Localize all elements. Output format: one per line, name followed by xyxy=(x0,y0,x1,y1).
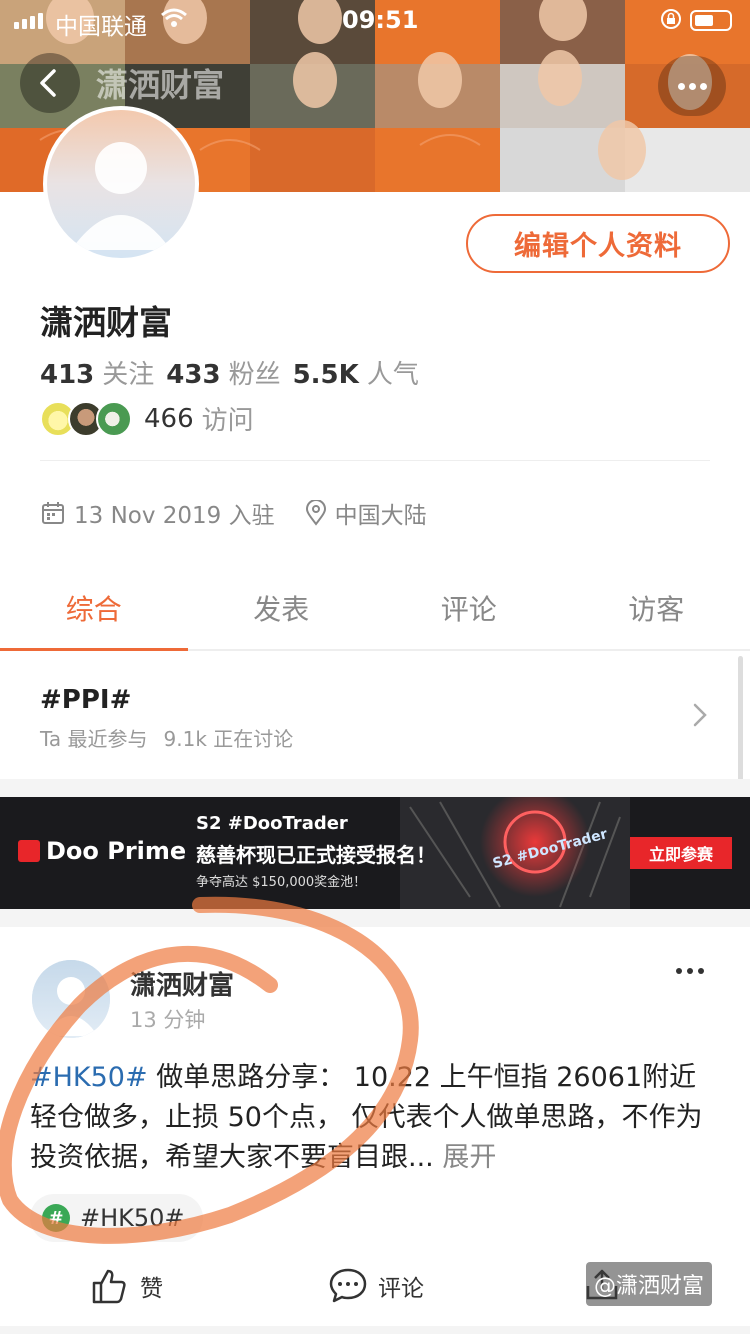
nav-title: 潇洒财富 xyxy=(96,66,225,104)
ad-join-button[interactable]: 立即参赛 xyxy=(630,837,732,869)
topic-subtitle: Ta 最近参与 9.1k 正在讨论 xyxy=(40,723,293,752)
comment-button[interactable]: 评论 xyxy=(328,1266,424,1306)
topic-discussion-count: 9.1k 正在讨论 xyxy=(163,727,294,751)
post-author-name[interactable]: 潇洒财富 xyxy=(130,965,234,1002)
recent-topic-card[interactable]: #PPI# Ta 最近参与 9.1k 正在讨论 xyxy=(0,653,750,779)
wifi-icon xyxy=(160,7,188,35)
topic-title: #PPI# xyxy=(40,685,132,715)
profile-name: 潇洒财富 xyxy=(40,303,172,342)
comment-label: 评论 xyxy=(378,1276,424,1302)
rotation-lock-icon xyxy=(660,8,682,36)
scrollbar[interactable] xyxy=(738,656,743,786)
like-label: 赞 xyxy=(140,1276,163,1302)
visits-count: 466 xyxy=(144,403,194,434)
visits-label: 访问 xyxy=(201,406,254,436)
tab-visitors[interactable]: 访客 xyxy=(563,575,750,649)
watermark: @潇洒财富 xyxy=(586,1262,713,1306)
joined-date: 13 Nov 2019 入驻 xyxy=(74,503,275,529)
tab-posts[interactable]: 发表 xyxy=(188,575,376,649)
default-avatar-icon xyxy=(32,960,110,1038)
carrier-label: 中国联通 xyxy=(55,14,147,40)
visitor-avatar xyxy=(96,400,132,437)
watermark-text: @潇洒财富 xyxy=(594,1274,705,1299)
location-pin-icon xyxy=(305,500,326,526)
ad-headline: S2 #DooTrader xyxy=(196,813,348,834)
post-content[interactable]: #HK50# 做单思路分享： 10.22 上午恒指 26061附近轻仓做多，止损… xyxy=(30,1058,720,1178)
default-avatar-icon xyxy=(47,110,195,258)
clock-time: 09:51 xyxy=(342,6,419,34)
expand-link[interactable]: 展开 xyxy=(434,1142,496,1173)
ad-brand-name: Doo Prime xyxy=(46,837,187,865)
profile-stats: 413 关注 433 粉丝 5.5K 人气 xyxy=(40,354,431,391)
post-more-button[interactable] xyxy=(676,968,704,974)
chevron-left-icon xyxy=(40,69,56,97)
back-button[interactable] xyxy=(20,53,80,113)
ad-brand-logo: Doo Prime xyxy=(18,837,186,865)
edit-profile-button[interactable]: 编辑个人资料 xyxy=(466,214,730,273)
ad-prize-text: 争夺高达 $150,000奖金池！ xyxy=(196,875,367,890)
more-dots-icon xyxy=(676,968,682,974)
status-bar: 中国联通 09:51 xyxy=(0,0,750,42)
location-label: 中国大陆 xyxy=(334,503,427,529)
ad-subheadline: 慈善杯现已正式接受报名！ xyxy=(196,843,436,867)
followers-label[interactable]: 粉丝 xyxy=(229,354,281,391)
chevron-right-icon xyxy=(693,703,707,727)
like-button[interactable]: 赞 xyxy=(90,1266,163,1306)
thumbs-up-icon xyxy=(92,1269,126,1304)
post-author-avatar[interactable] xyxy=(32,960,110,1038)
popularity-count: 5.5K xyxy=(292,360,359,390)
comment-bubble-icon xyxy=(329,1268,367,1303)
divider xyxy=(40,460,710,461)
hashtag-chip-label: #HK50# xyxy=(80,1204,185,1232)
following-label[interactable]: 关注 xyxy=(102,354,154,391)
hashtag-chip[interactable]: # #HK50# xyxy=(30,1194,203,1242)
calendar-icon xyxy=(42,502,64,524)
popularity-label: 人气 xyxy=(366,360,419,390)
more-options-button[interactable] xyxy=(658,56,726,116)
profile-tabs: 综合 发表 评论 访客 xyxy=(0,575,750,651)
post-hashtag-link[interactable]: #HK50# xyxy=(30,1062,148,1093)
tab-comments[interactable]: 评论 xyxy=(375,575,563,649)
battery-icon xyxy=(690,10,732,31)
ad-banner[interactable]: S2 #DooTrader Doo Prime S2 #DooTrader 慈善… xyxy=(0,797,750,909)
section-separator xyxy=(0,1326,750,1334)
post-timestamp: 13 分钟 xyxy=(130,1008,206,1032)
hashtag-icon: # xyxy=(42,1204,70,1232)
more-dots-icon xyxy=(678,83,685,90)
profile-avatar[interactable] xyxy=(43,106,199,262)
followers-count[interactable]: 433 xyxy=(166,360,220,390)
topic-participation-label: Ta 最近参与 xyxy=(40,727,148,751)
following-count[interactable]: 413 xyxy=(40,360,94,390)
profile-meta: 13 Nov 2019 入驻 中国大陆 xyxy=(40,496,427,530)
signal-icon xyxy=(14,13,43,29)
recent-visitors[interactable]: 466 访问 xyxy=(40,400,254,437)
tab-overview[interactable]: 综合 xyxy=(0,575,188,651)
section-separator xyxy=(0,779,750,797)
section-separator xyxy=(0,909,750,927)
brand-mark-icon xyxy=(18,840,40,862)
